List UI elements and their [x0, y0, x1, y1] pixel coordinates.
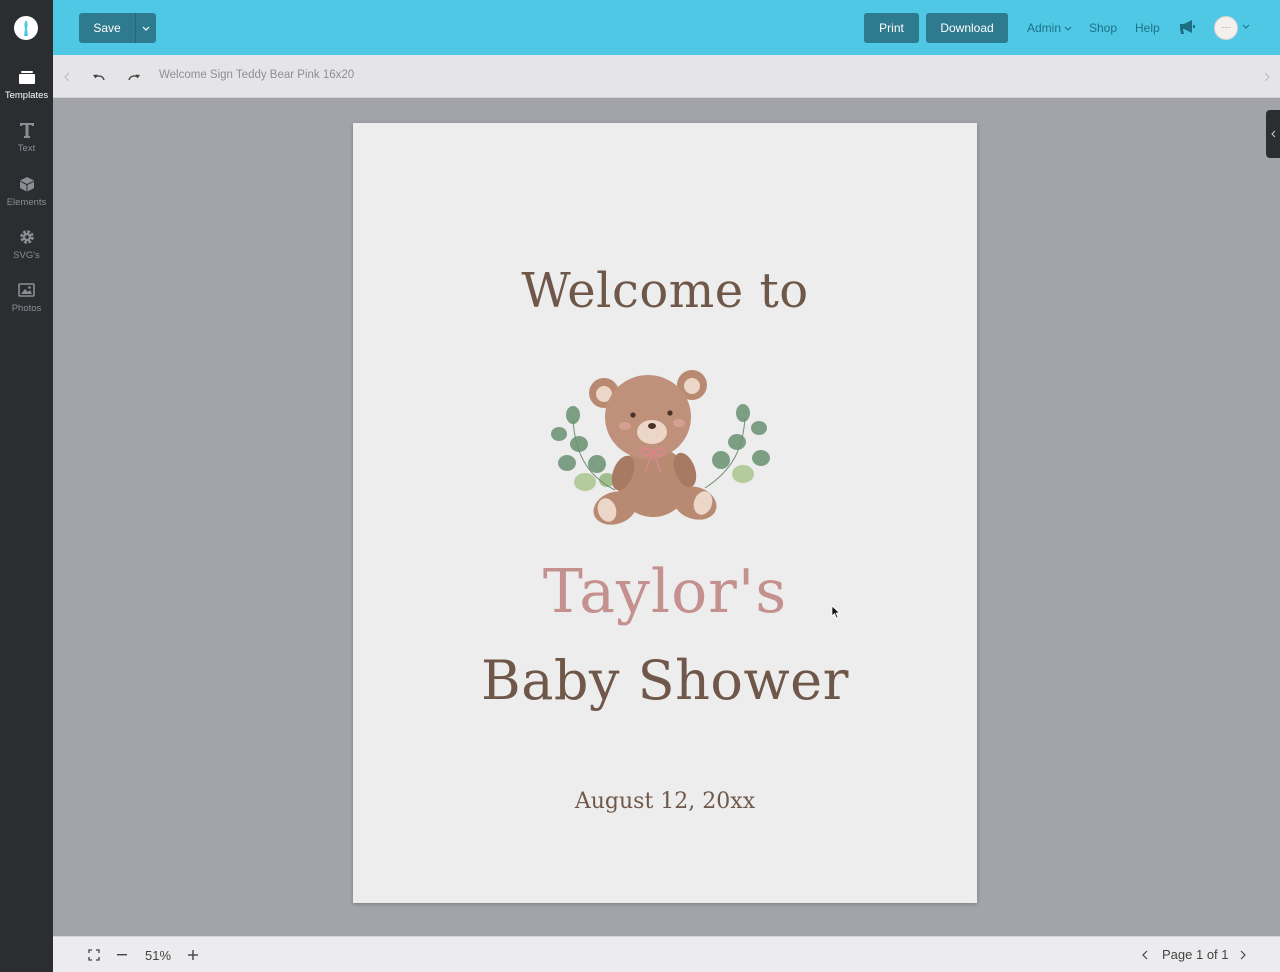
sidebar-item-label: Text	[17, 143, 36, 154]
cube-icon	[18, 175, 36, 193]
save-options-button[interactable]	[135, 13, 156, 43]
sidebar-item-label: Templates	[4, 90, 49, 101]
guest-name-text[interactable]: Taylor's	[353, 557, 977, 627]
sidebar-item-text[interactable]: Text	[0, 121, 53, 169]
chevron-left-icon[interactable]	[56, 66, 78, 88]
next-page-button[interactable]	[1233, 945, 1253, 965]
chevron-down-icon	[142, 26, 150, 31]
chevron-left-icon	[1142, 950, 1148, 960]
top-toolbar: Save Print Download Admin Shop Help ~~~	[53, 0, 1280, 55]
event-date-text[interactable]: August 12, 20xx	[353, 789, 977, 814]
plus-icon	[188, 950, 198, 960]
mouse-cursor-icon	[831, 605, 841, 619]
templates-icon	[18, 68, 36, 86]
shop-link[interactable]: Shop	[1089, 21, 1117, 35]
minus-icon	[117, 954, 127, 956]
sidebar-item-elements[interactable]: Elements	[0, 175, 53, 223]
bottom-toolbar: 51% Page 1 of 1	[53, 936, 1280, 972]
sidebar-item-svgs[interactable]: SVG's	[0, 228, 53, 276]
zoom-in-button[interactable]	[183, 945, 203, 965]
admin-menu-label: Admin	[1027, 21, 1062, 35]
megaphone-icon[interactable]	[1178, 18, 1198, 36]
app-logo-icon	[24, 20, 28, 36]
sidebar-item-label: Elements	[6, 197, 47, 208]
sidebar-item-label: Photos	[11, 303, 42, 314]
chevron-left-icon	[1270, 130, 1275, 138]
redo-icon[interactable]	[123, 66, 145, 88]
save-button[interactable]: Save	[79, 13, 135, 43]
gear-icon	[18, 228, 36, 246]
admin-menu[interactable]: Admin	[1027, 21, 1072, 35]
fullscreen-icon[interactable]	[84, 945, 104, 965]
right-panel-toggle[interactable]	[1266, 110, 1280, 158]
text-icon	[18, 121, 36, 139]
download-button[interactable]: Download	[926, 13, 1008, 43]
chevron-down-icon	[1064, 26, 1072, 31]
sidebar-item-templates[interactable]: Templates	[0, 68, 53, 116]
avatar[interactable]: ~~~	[1214, 16, 1238, 40]
page-indicator: Page 1 of 1	[1162, 947, 1229, 962]
welcome-text[interactable]: Welcome to	[353, 263, 977, 319]
chevron-down-icon[interactable]	[1242, 24, 1250, 29]
left-sidebar: Templates Text Elements SVG's Photos	[0, 0, 53, 972]
chevron-right-icon[interactable]	[1256, 66, 1278, 88]
zoom-level: 51%	[145, 948, 172, 963]
teddy-bear-illustration[interactable]	[545, 360, 775, 535]
document-toolbar: Welcome Sign Teddy Bear Pink 16x20	[53, 55, 1280, 98]
design-canvas-page[interactable]: Welcome to Taylor's Baby Shower August 1…	[353, 123, 977, 903]
document-title[interactable]: Welcome Sign Teddy Bear Pink 16x20	[159, 69, 354, 81]
previous-page-button[interactable]	[1135, 945, 1155, 965]
app-logo[interactable]	[14, 16, 38, 40]
sidebar-item-photos[interactable]: Photos	[0, 281, 53, 329]
undo-icon[interactable]	[88, 66, 110, 88]
sidebar-item-label: SVG's	[13, 250, 40, 261]
chevron-right-icon	[1240, 950, 1246, 960]
event-title-text[interactable]: Baby Shower	[353, 649, 977, 712]
image-icon	[18, 281, 36, 299]
help-link[interactable]: Help	[1135, 21, 1160, 35]
print-button[interactable]: Print	[864, 13, 919, 43]
avatar-logo-icon: ~~~	[1221, 26, 1231, 30]
zoom-out-button[interactable]	[112, 945, 132, 965]
